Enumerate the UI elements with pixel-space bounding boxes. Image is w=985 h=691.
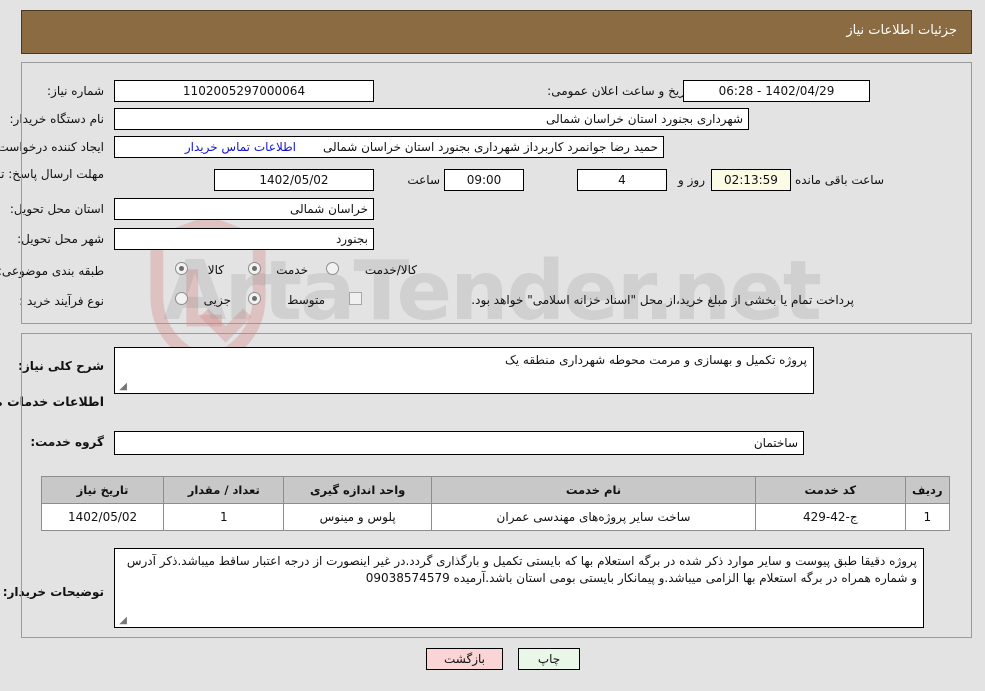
back-button[interactable]: بازگشت — [427, 648, 504, 670]
th-need-date: تاریخ نیاز — [41, 476, 166, 504]
td-row: 1 — [905, 503, 952, 531]
services-table: ردیف کد خدمت نام خدمت واحد اندازه گیری ت… — [41, 476, 952, 531]
td-need-date: 1402/05/02 — [41, 503, 166, 531]
th-quantity: تعداد / مقدار — [164, 476, 286, 504]
th-unit: واحد اندازه گیری — [284, 476, 433, 504]
need-info-panel — [22, 62, 973, 324]
td-service-name: ساخت سایر پروژه‌های مهندسی عمران — [431, 503, 758, 531]
page-title: جزئیات اطلاعات نیاز — [847, 23, 958, 38]
th-row: ردیف — [905, 476, 952, 504]
th-service-code: کد خدمت — [756, 476, 907, 504]
td-quantity: 1 — [164, 503, 286, 531]
th-service-name: نام خدمت — [431, 476, 758, 504]
print-button[interactable]: چاپ — [519, 648, 581, 670]
table-header-row: ردیف کد خدمت نام خدمت واحد اندازه گیری ت… — [41, 476, 952, 504]
table-row: 1 ج-42-429 ساخت سایر پروژه‌های مهندسی عم… — [41, 503, 952, 531]
page-header: جزئیات اطلاعات نیاز — [22, 10, 973, 54]
td-unit: پلوس و مینوس — [284, 503, 433, 531]
td-service-code: ج-42-429 — [756, 503, 907, 531]
